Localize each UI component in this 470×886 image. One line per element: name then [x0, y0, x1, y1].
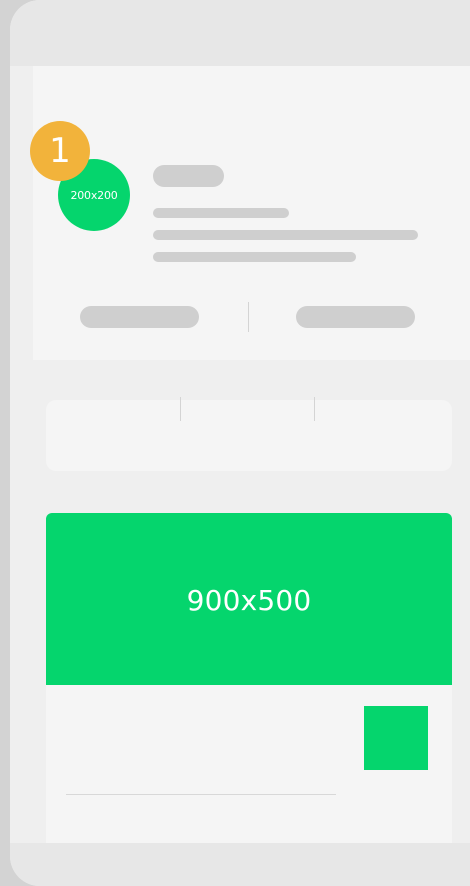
bottom-bar [10, 843, 470, 886]
thumbnail-image [364, 706, 428, 770]
profile-bio-line-1-placeholder [153, 230, 418, 240]
stats-divider-2 [314, 397, 315, 421]
profile-name-placeholder [153, 165, 224, 187]
stats-divider-1 [180, 397, 181, 421]
step-number: 1 [49, 131, 71, 171]
profile-actions-divider [248, 302, 249, 332]
profile-bio-line-2-placeholder [153, 252, 356, 262]
step-badge: 1 [30, 121, 90, 181]
content-card[interactable]: 900x500 [46, 513, 452, 843]
profile-action-button-left[interactable] [80, 306, 199, 328]
status-bar [10, 0, 470, 66]
avatar-size-label: 200x200 [70, 188, 118, 202]
profile-subtitle-placeholder [153, 208, 289, 218]
content-separator [66, 794, 336, 795]
banner-size-label: 900x500 [186, 583, 312, 617]
profile-action-button-right[interactable] [296, 306, 415, 328]
banner-image: 900x500 [46, 513, 452, 685]
stats-card [46, 400, 452, 471]
